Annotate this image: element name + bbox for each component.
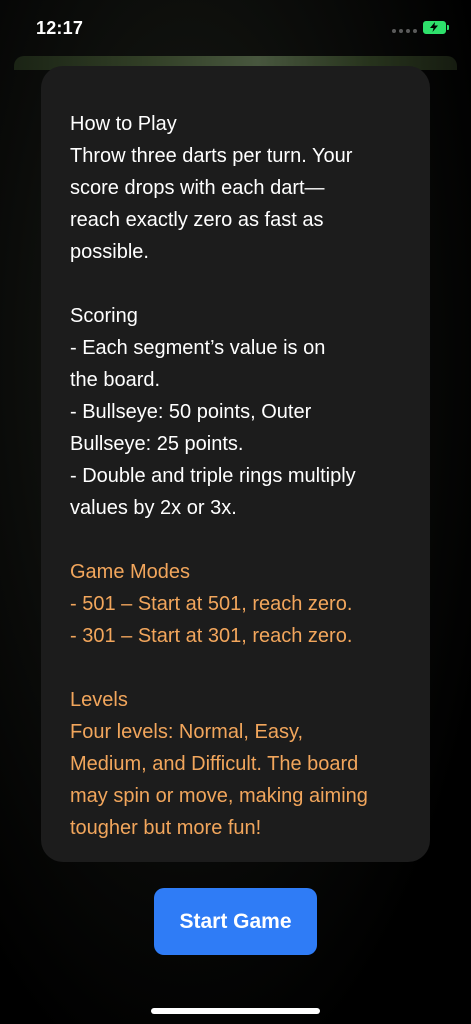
instructions-text: How to Play Throw three darts per turn. … [70, 108, 410, 844]
status-bar: 12:17 [0, 0, 471, 56]
scoring-line: values by 2x or 3x. [70, 497, 237, 519]
game-mode-line: - 501 – Start at 501, reach zero. [70, 593, 353, 615]
battery-charging-icon [423, 21, 449, 34]
how-to-play-line: Throw three darts per turn. Your [70, 145, 353, 167]
game-mode-line: - 301 – Start at 301, reach zero. [70, 625, 353, 647]
how-to-play-line: reach exactly zero as fast as [70, 209, 324, 231]
home-indicator[interactable] [151, 1008, 320, 1014]
how-to-play-title: How to Play [70, 113, 177, 135]
start-game-button[interactable]: Start Game [154, 888, 317, 955]
scoring-line: - Each segment’s value is on [70, 337, 326, 359]
levels-title: Levels [70, 689, 128, 711]
levels-line: Four levels: Normal, Easy, [70, 721, 304, 743]
how-to-play-line: possible. [70, 241, 149, 263]
levels-line: Medium, and Difficult. The board [70, 753, 359, 775]
scoring-line: Bullseye: 25 points. [70, 433, 244, 455]
signal-icon [392, 29, 418, 34]
scoring-line: - Bullseye: 50 points, Outer [70, 401, 312, 423]
game-modes-title: Game Modes [70, 561, 191, 583]
status-time: 12:17 [36, 18, 84, 38]
levels-line: may spin or move, making aiming [70, 785, 368, 807]
scoring-line: the board. [70, 369, 161, 391]
scoring-line: - Double and triple rings multiply [70, 465, 356, 487]
levels-line: tougher but more fun! [70, 817, 262, 839]
scoring-title: Scoring [70, 305, 138, 327]
how-to-play-line: score drops with each dart— [70, 177, 325, 199]
